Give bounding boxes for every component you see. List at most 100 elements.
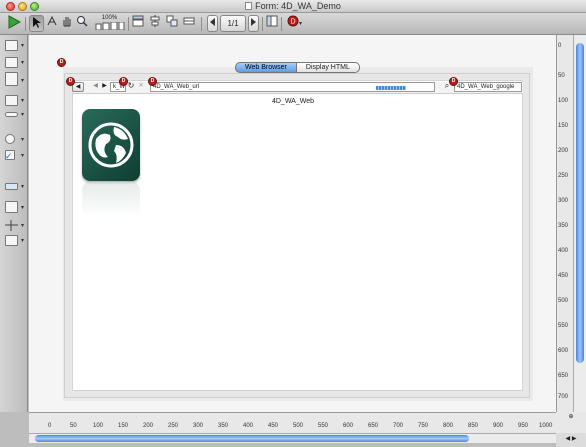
vertical-ruler-tick: 0 — [558, 43, 562, 49]
horizontal-scrollbar[interactable] — [29, 433, 556, 443]
window-title: Form: 4D_WA_Demo — [0, 1, 586, 11]
previous-page-button[interactable] — [207, 15, 218, 32]
zoom-tool-button[interactable] — [75, 15, 89, 32]
run-form-button[interactable] — [5, 15, 23, 32]
horizontal-ruler-tick: 650 — [368, 423, 379, 429]
distribute-button[interactable] — [164, 15, 180, 32]
arrange-button[interactable] — [181, 15, 197, 32]
dropdown-arrow-icon: ▾ — [21, 60, 25, 66]
stop-icon[interactable]: ✕ — [137, 82, 145, 92]
dropdown-arrow-icon: ▾ — [21, 238, 25, 244]
dropdown-arrow-icon: ▾ — [21, 137, 25, 143]
toolbar-separator — [262, 17, 263, 31]
palette-text-tool[interactable] — [5, 57, 18, 68]
palette-tab-tool[interactable] — [5, 183, 18, 190]
search-field[interactable]: 4D_WA_Web_google — [454, 82, 522, 92]
horizontal-ruler-tick: 150 — [118, 423, 129, 429]
loading-progress-bar — [376, 86, 406, 90]
palette-button-tool[interactable] — [5, 112, 18, 117]
vertical-ruler-tick: 550 — [558, 323, 569, 329]
form-method-marker-icon[interactable]: D — [57, 58, 66, 67]
vertical-ruler-tick: 650 — [558, 373, 569, 379]
dropdown-arrow-icon: ▾ — [21, 43, 25, 49]
vertical-ruler-tick: 350 — [558, 223, 569, 229]
vertical-ruler-tick: 300 — [558, 198, 569, 204]
vertical-ruler-tick: 100 — [558, 98, 569, 104]
palette-field-tool[interactable] — [5, 40, 18, 51]
zoom-level-control[interactable]: 100% — [93, 15, 126, 32]
dropdown-arrow-icon: ▾ — [21, 184, 25, 190]
horizontal-ruler-tick: 750 — [418, 423, 429, 429]
distribute-icon — [166, 15, 178, 27]
vertical-ruler-tick: 150 — [558, 123, 569, 129]
horizontal-ruler-tick: 1000 — [539, 423, 553, 429]
checkmark-icon: ✓ — [5, 151, 13, 161]
back-button-method-marker-icon[interactable]: D — [66, 77, 75, 86]
horizontal-ruler-tick: 700 — [393, 423, 404, 429]
vertical-ruler-tick: 200 — [558, 148, 569, 154]
svg-text:D: D — [290, 19, 295, 26]
vertical-scrollbar[interactable] — [573, 35, 586, 412]
views-button[interactable] — [130, 15, 146, 32]
url-field-method-marker-icon[interactable]: D — [148, 77, 157, 86]
dropdown-arrow-icon: ▾ — [21, 153, 25, 159]
scroll-arrow-buttons[interactable]: ◀ ▶ — [556, 433, 586, 447]
vertical-ruler-tick: 400 — [558, 248, 569, 254]
dropdown-arrow-icon: ▾ — [21, 205, 25, 211]
window-titlebar: Form: 4D_WA_Demo — [0, 0, 586, 13]
horizontal-ruler-tick: 200 — [143, 423, 154, 429]
horizontal-ruler-tick: 550 — [318, 423, 329, 429]
horizontal-ruler-tick: 900 — [493, 423, 504, 429]
web-area-name-label: 4D_WA_Web — [271, 98, 315, 105]
toolbar-separator — [25, 17, 26, 31]
vertical-ruler-tick: 600 — [558, 348, 569, 354]
vertical-ruler-tick: 50 — [558, 73, 565, 79]
entry-order-button[interactable] — [45, 15, 59, 32]
views-icon — [132, 15, 144, 27]
horizontal-ruler-tick: 600 — [343, 423, 354, 429]
form-list-icon — [266, 15, 278, 27]
tab-control: Web Browser Display HTML — [235, 62, 360, 73]
method-badge-icon: D — [287, 15, 299, 27]
palette-radio-tool[interactable] — [5, 134, 15, 144]
vertical-ruler-tick: 250 — [558, 173, 569, 179]
horizontal-ruler-tick: 300 — [193, 423, 204, 429]
forward-button[interactable]: ▶ — [100, 82, 109, 92]
horizontal-ruler-tick: 250 — [168, 423, 179, 429]
dropdown-arrow-icon: ▾ — [299, 21, 303, 27]
tab-web-browser[interactable]: Web Browser — [235, 62, 296, 73]
hand-tool-button[interactable] — [60, 15, 74, 32]
vertical-ruler-tick: 500 — [558, 298, 569, 304]
select-tool-button[interactable] — [29, 15, 44, 32]
zoom-level-label: 100% — [101, 15, 118, 21]
vertical-scroll-thumb[interactable] — [576, 43, 584, 363]
reload-method-marker-icon[interactable]: D — [119, 77, 128, 86]
toolbar-separator — [201, 17, 202, 31]
horizontal-scroll-thumb[interactable] — [35, 435, 469, 442]
page-indicator: 1/1 — [220, 15, 246, 32]
next-page-button[interactable] — [248, 15, 259, 32]
horizontal-ruler: 0 50 100 150 200 250 300 350 400 450 500… — [29, 412, 556, 433]
horizontal-ruler-tick: 100 — [93, 423, 104, 429]
palette-webarea-tool[interactable] — [5, 235, 18, 246]
list-of-forms-button[interactable] — [264, 15, 280, 32]
tab-display-html[interactable]: Display HTML — [295, 62, 360, 73]
dropdown-arrow-icon: ▾ — [21, 78, 25, 84]
splitter-icon — [5, 220, 18, 231]
horizontal-ruler-tick: 0 — [48, 423, 52, 429]
horizontal-ruler-tick: 400 — [243, 423, 254, 429]
horizontal-ruler-tick: 500 — [293, 423, 304, 429]
magnifier-icon — [77, 16, 88, 27]
palette-listbox-tool[interactable] — [5, 72, 18, 86]
toolbar-separator — [128, 17, 129, 31]
globe-icon — [88, 122, 134, 168]
search-field-method-marker-icon[interactable]: D — [449, 77, 458, 86]
globe-logo — [82, 109, 140, 181]
entry-order-icon — [47, 15, 57, 26]
palette-rectangle-tool[interactable] — [5, 201, 18, 213]
palette-line-tool[interactable] — [5, 220, 18, 231]
arrow-pointer-icon — [32, 17, 41, 28]
align-button[interactable] — [147, 15, 163, 32]
disabled-back-icon: ◀ — [93, 83, 98, 89]
vertical-ruler: 0 50 100 150 200 250 300 350 400 450 500… — [556, 35, 573, 412]
